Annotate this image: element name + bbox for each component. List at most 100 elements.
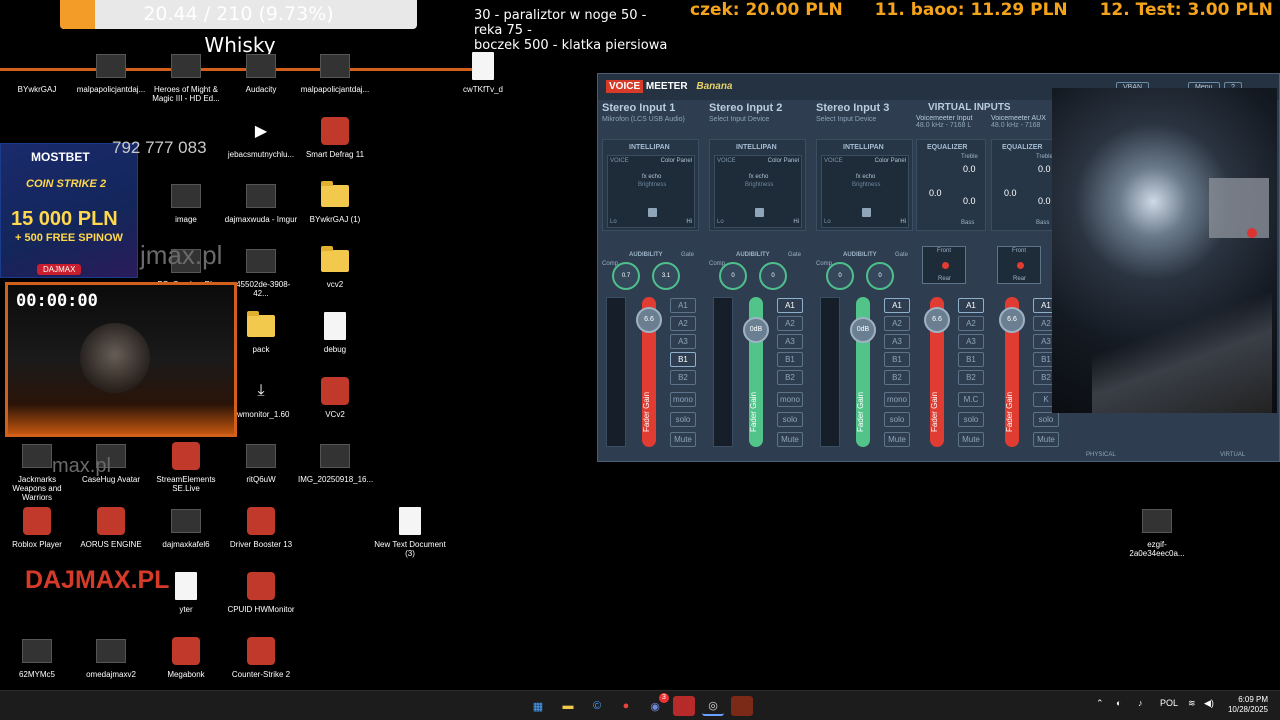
strip-name[interactable]: Stereo Input 1 [602, 102, 702, 114]
gate-knob[interactable]: 3.1 [652, 262, 680, 290]
desktop-icon[interactable]: dajmaxwuda - Imgur [224, 180, 298, 224]
bus-button-b2[interactable]: B2 [958, 370, 984, 385]
language-indicator[interactable]: POL [1160, 698, 1178, 708]
desktop-icon[interactable]: VCv2 [298, 375, 372, 419]
chrome-icon[interactable]: ● [615, 696, 637, 716]
fader-gain-knob[interactable]: 6.6 [924, 307, 950, 333]
desktop-icon[interactable]: IMG_20250918_16... [298, 440, 373, 484]
intellipan-panel[interactable]: INTELLIPAN VOICE Color Panel fx echo Brightn… [816, 139, 913, 231]
bus-button-a1[interactable]: A1 [670, 298, 696, 313]
mid-value[interactable]: 0.0 [929, 188, 942, 198]
strip-device[interactable]: Select Input Device [816, 116, 916, 123]
desktop-icon[interactable]: malpapolicjantdaj... [298, 50, 372, 94]
intellipan-cursor[interactable] [648, 208, 657, 217]
mute-button[interactable]: Mute [958, 432, 984, 447]
intellipan-pad[interactable]: VOICE Color Panel fx echo Brightness Lo Hi [714, 155, 802, 228]
bus-button-a2[interactable]: A2 [884, 316, 910, 331]
bus-button-a3[interactable]: A3 [884, 334, 910, 349]
comp-knob[interactable]: 0 [719, 262, 747, 290]
mono-button[interactable]: mono [670, 392, 696, 407]
strip-name[interactable]: Stereo Input 2 [709, 102, 809, 114]
bus-button-b1[interactable]: B1 [670, 352, 696, 367]
treble-value[interactable]: 0.0 [1038, 164, 1051, 174]
desktop-icon[interactable]: ▶ jebacsmutnychlu... [224, 115, 298, 159]
mono-button[interactable]: mono [777, 392, 803, 407]
comp-knob[interactable]: 0.7 [612, 262, 640, 290]
mute-button[interactable]: Mute [670, 432, 696, 447]
desktop-icon[interactable]: New Text Document (3) [373, 505, 447, 558]
surround-pan[interactable]: Front Rear [922, 246, 966, 284]
intellipan-cursor[interactable] [862, 208, 871, 217]
obs-icon[interactable]: ◎ [702, 696, 724, 716]
strip-device[interactable]: Voicemeeter Input [916, 115, 988, 122]
bus-button-a3[interactable]: A3 [670, 334, 696, 349]
pan-dot[interactable] [942, 262, 949, 269]
desktop-icon[interactable]: Counter-Strike 2 [224, 635, 298, 679]
bus-button-b2[interactable]: B2 [884, 370, 910, 385]
volume-icon[interactable]: ◀) [1204, 698, 1214, 709]
fader-gain-knob[interactable]: 0dB [850, 317, 876, 343]
bus-button-b1[interactable]: B1 [777, 352, 803, 367]
bus-button-a3[interactable]: A3 [777, 334, 803, 349]
pan-dot[interactable] [1017, 262, 1024, 269]
input-strip[interactable]: Stereo Input 1 Mikrofon (LCS USB Audio) IN… [602, 102, 702, 458]
desktop-icon[interactable]: image [149, 180, 223, 224]
desktop-icon[interactable]: BYwkrGAJ (1) [298, 180, 372, 224]
bus-button-b1[interactable]: B1 [958, 352, 984, 367]
bus-button-a2[interactable]: A2 [777, 316, 803, 331]
fader-gain-knob[interactable]: 6.6 [636, 307, 662, 333]
surround-pan[interactable]: Front Rear [997, 246, 1041, 284]
bass-value[interactable]: 0.0 [1038, 196, 1051, 206]
equalizer-panel[interactable]: EQUALIZER Treble 0.0 0.0 0.0 Bass [991, 139, 1061, 231]
bus-button-a2[interactable]: A2 [958, 316, 984, 331]
bus-button-b2[interactable]: B2 [670, 370, 696, 385]
desktop-icon[interactable]: ezgif-2a0e34eec0a... [1120, 505, 1194, 558]
bus-button-a1[interactable]: A1 [958, 298, 984, 313]
solo-button[interactable]: solo [777, 412, 803, 427]
bus-button-a3[interactable]: A3 [958, 334, 984, 349]
desktop-icon[interactable]: Smart Defrag 11 [298, 115, 372, 159]
mute-button[interactable]: Mute [1033, 432, 1059, 447]
mute-button[interactable]: Mute [884, 432, 910, 447]
system-clock[interactable]: 6:09 PM 10/28/2025 [1228, 695, 1268, 715]
discord-icon[interactable]: ◉ 3 [644, 693, 669, 716]
desktop-icon[interactable]: 62MYMc5 [0, 635, 74, 679]
desktop-icon[interactable]: StreamElements SE.Live [149, 440, 223, 493]
bass-value[interactable]: 0.0 [963, 196, 976, 206]
desktop-icon[interactable]: Audacity [224, 50, 298, 94]
fader-gain-knob[interactable]: 6.6 [999, 307, 1025, 333]
desktop-icon[interactable]: Megabonk [149, 635, 223, 679]
input-strip[interactable]: Voicemeeter Input 48.0 kHz - 7168 L EQUALI… [916, 102, 988, 458]
bus-button-b1[interactable]: B1 [884, 352, 910, 367]
strip-device[interactable]: Select Input Device [709, 116, 809, 123]
input-strip[interactable]: Stereo Input 3 Select Input Device INTELLI… [816, 102, 916, 458]
gate-knob[interactable]: 0 [866, 262, 894, 290]
solo-button[interactable]: solo [670, 412, 696, 427]
desktop-icon[interactable]: omedajmaxv2 [74, 635, 148, 679]
mostbet-ad[interactable]: MOSTBET COIN STRIKE 2 15 000 PLN + 500 F… [0, 143, 138, 278]
desktop-icon[interactable]: ritQ6uW [224, 440, 298, 484]
desktop-icon[interactable]: Heroes of Might & Magic III - HD Ed... [149, 50, 223, 103]
bus-button-a1[interactable]: A1 [884, 298, 910, 313]
bus-button-b2[interactable]: B2 [777, 370, 803, 385]
comp-knob[interactable]: 0 [826, 262, 854, 290]
desktop-icon[interactable]: debug [298, 310, 372, 354]
desktop-icon[interactable]: malpapolicjantdaj... [74, 50, 148, 94]
intellipan-cursor[interactable] [755, 208, 764, 217]
mute-button[interactable]: Mute [777, 432, 803, 447]
chevron-up-icon[interactable]: ⌃ [1096, 698, 1104, 709]
intellipan-panel[interactable]: INTELLIPAN VOICE Color Panel fx echo Brightn… [602, 139, 699, 231]
microphone-icon[interactable]: ♪ [1138, 698, 1143, 708]
gate-knob[interactable]: 0 [759, 262, 787, 290]
desktop-icon[interactable]: AORUS ENGINE [74, 505, 148, 549]
file-explorer-icon[interactable]: ▬ [557, 696, 579, 716]
intellipan-panel[interactable]: INTELLIPAN VOICE Color Panel fx echo Brightn… [709, 139, 806, 231]
strip-name[interactable]: Stereo Input 3 [816, 102, 916, 114]
wifi-icon[interactable]: ≋ [1188, 698, 1196, 709]
intellipan-pad[interactable]: VOICE Color Panel fx echo Brightness Lo Hi [607, 155, 695, 228]
input-strip[interactable]: Stereo Input 2 Select Input Device INTELLI… [709, 102, 809, 458]
equalizer-panel[interactable]: EQUALIZER Treble 0.0 0.0 0.0 Bass [916, 139, 986, 231]
game-icon[interactable] [731, 696, 753, 716]
bus-button-a2[interactable]: A2 [670, 316, 696, 331]
solo-button[interactable]: solo [884, 412, 910, 427]
